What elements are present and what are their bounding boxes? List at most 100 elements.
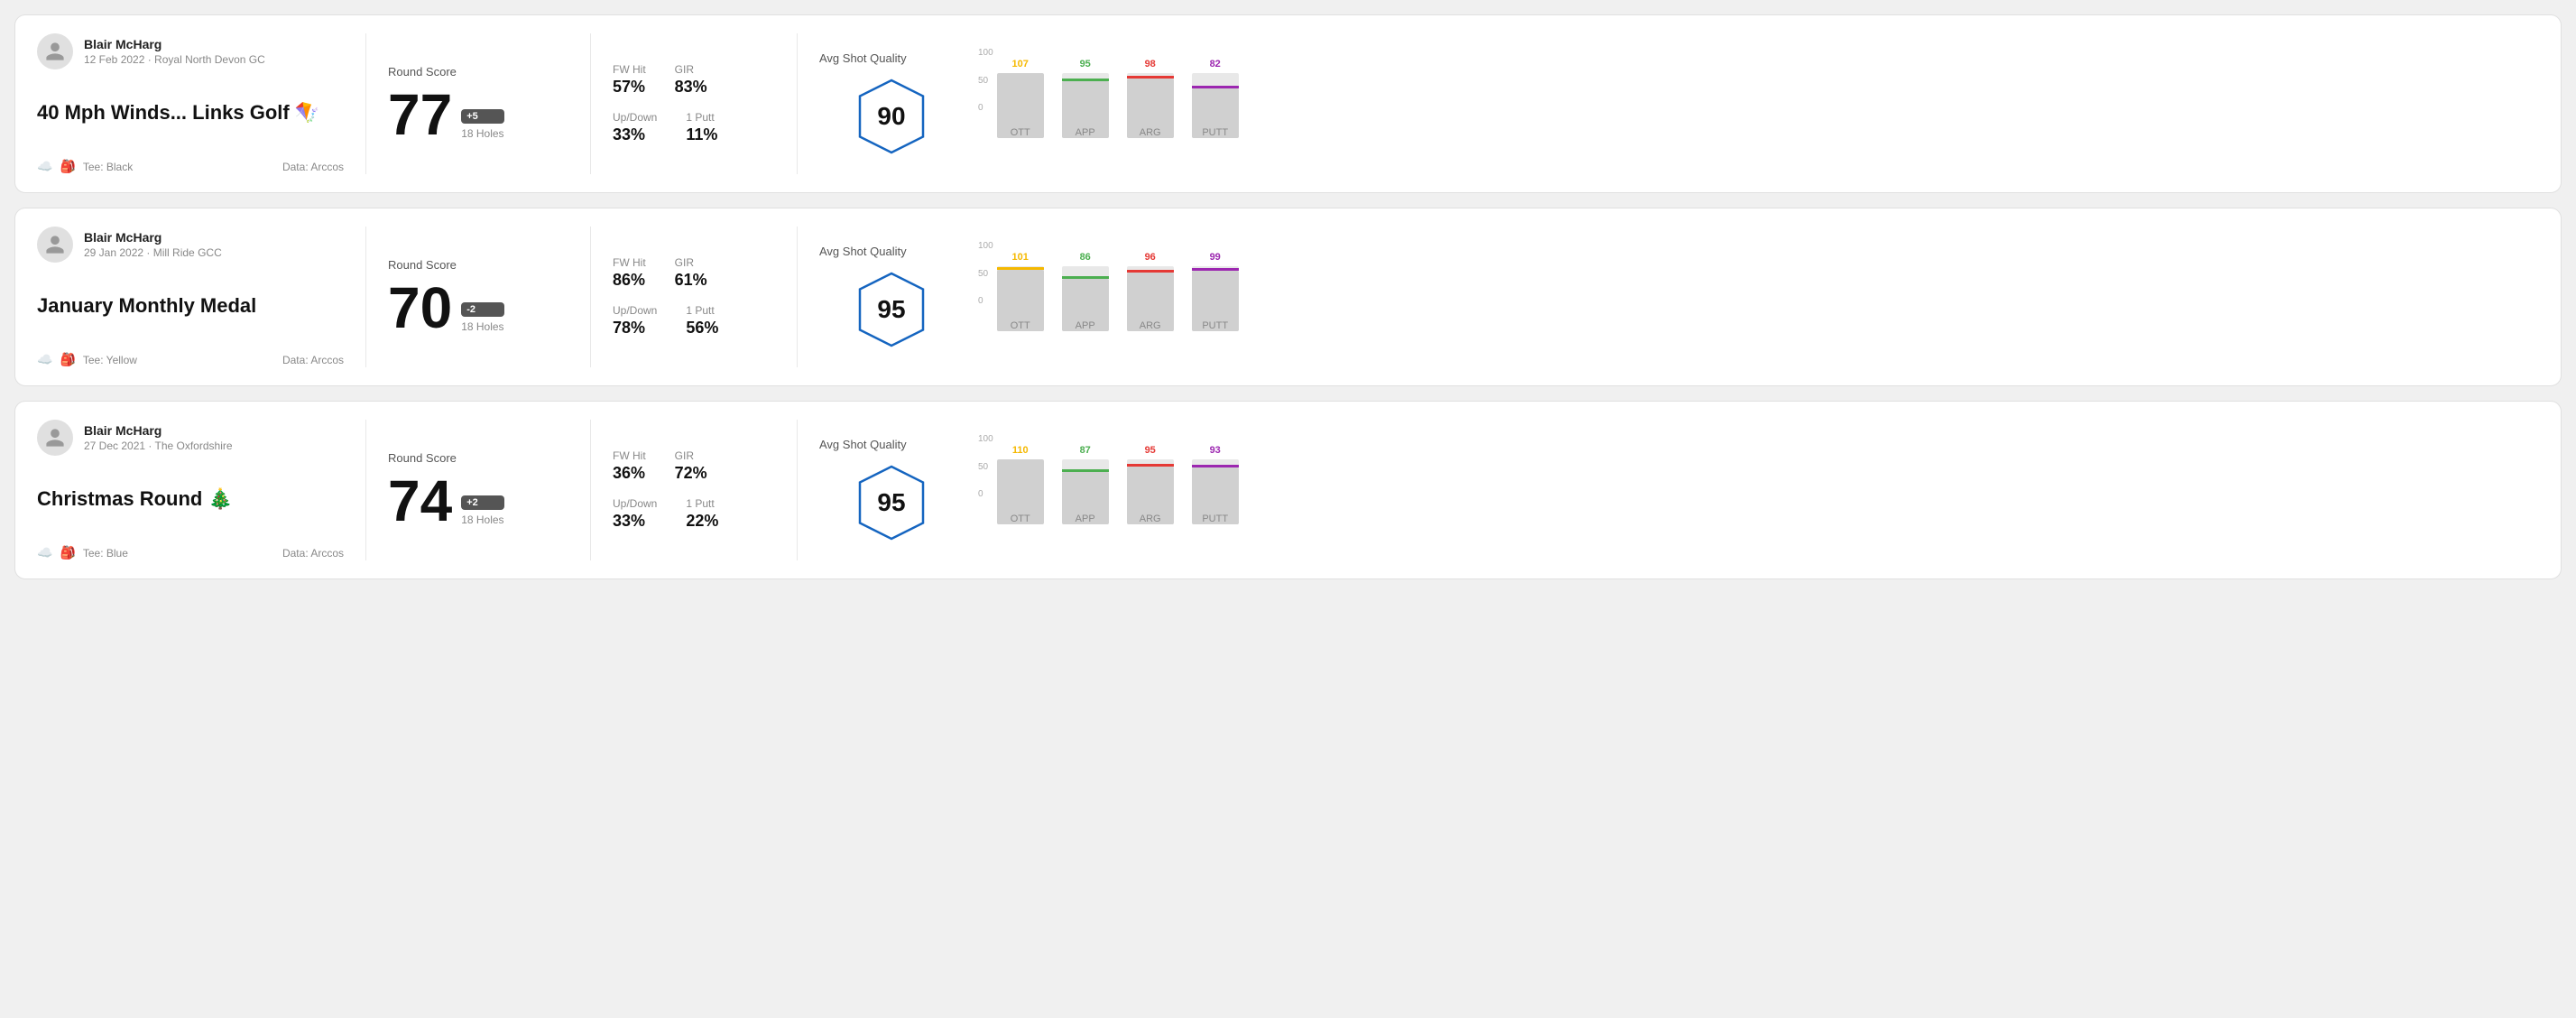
- user-name: Blair McHarg: [84, 230, 222, 245]
- stat-fwHit: FW Hit36%: [613, 449, 646, 483]
- y-axis-labels: 100500: [978, 241, 993, 306]
- data-source: Data: Arccos: [282, 161, 344, 173]
- score-label: Round Score: [388, 258, 568, 272]
- tee-info: ☁️🎒Tee: Blue: [37, 545, 128, 560]
- bar-group-arg: 96ARG: [1127, 266, 1174, 331]
- bar-axis-label: PUTT: [1202, 320, 1228, 331]
- score-badge-group: +518 Holes: [461, 109, 503, 140]
- y-axis-label: 0: [978, 103, 993, 113]
- tee-info: ☁️🎒Tee: Black: [37, 159, 133, 174]
- stat-onePutt: 1 Putt11%: [686, 111, 717, 144]
- stat-onePutt: 1 Putt56%: [686, 304, 718, 338]
- data-source: Data: Arccos: [282, 354, 344, 366]
- avatar: [37, 33, 73, 69]
- stat-fwHit: FW Hit86%: [613, 256, 646, 290]
- quality-score: 90: [877, 102, 905, 131]
- score-badge-group: -2 18 Holes: [461, 302, 503, 333]
- stat-gir: GIR61%: [675, 256, 707, 290]
- y-axis-labels: 100 50 0: [978, 48, 993, 113]
- holes-label: 18 Holes: [461, 320, 503, 333]
- stats-section: FW Hit86% GIR61% Up/Down78% 1 Putt56%: [613, 227, 775, 367]
- y-axis-label: 50: [978, 76, 993, 86]
- bar-chart: 107OTT95APP98ARG82PUTT: [997, 48, 1239, 156]
- bar-value-label: 95: [1145, 445, 1156, 456]
- stat-label: 1 Putt: [686, 304, 718, 317]
- bar-group-ott: 101OTT: [997, 266, 1044, 331]
- bar-value-label: 82: [1210, 59, 1221, 69]
- user-header: Blair McHarg29 Jan 2022 · Mill Ride GCC: [37, 227, 344, 263]
- bar-group-arg: 95ARG: [1127, 459, 1174, 524]
- quality-score: 95: [877, 488, 905, 517]
- bar-axis-label: PUTT: [1202, 514, 1228, 524]
- round-card: Blair McHarg27 Dec 2021 · The Oxfordshir…: [14, 401, 2562, 579]
- score-badge: +2: [461, 495, 503, 510]
- y-axis-label: 0: [978, 489, 993, 499]
- bar-axis-label: APP: [1076, 514, 1095, 524]
- stat-upDown: Up/Down33%: [613, 111, 657, 144]
- bar-group-app: 87APP: [1062, 459, 1109, 524]
- bag-icon: 🎒: [60, 352, 75, 367]
- bar-chart: 110OTT87APP95ARG93PUTT: [997, 434, 1239, 542]
- bar-color-line: [1062, 469, 1109, 472]
- bar-axis-label: OTT: [1011, 320, 1030, 331]
- score-badge: -2: [461, 302, 503, 317]
- score-row: 74+218 Holes: [388, 472, 568, 530]
- bar-color-line: [1192, 268, 1239, 271]
- bar-value-label: 86: [1080, 252, 1091, 263]
- bar-group-app: 95APP: [1062, 73, 1109, 138]
- stat-value: 22%: [686, 512, 718, 531]
- stat-value: 57%: [613, 78, 646, 97]
- score-section: Round Score74+218 Holes: [388, 420, 568, 560]
- round-footer: ☁️🎒Tee: BlueData: Arccos: [37, 545, 344, 560]
- round-left-section: Blair McHarg29 Jan 2022 · Mill Ride GCCJ…: [37, 227, 344, 367]
- bar-group-putt: 99PUTT: [1192, 266, 1239, 331]
- bar-group-putt: 93PUTT: [1192, 459, 1239, 524]
- stat-label: Up/Down: [613, 304, 657, 317]
- stat-value: 86%: [613, 271, 646, 290]
- avatar: [37, 227, 73, 263]
- stat-label: 1 Putt: [686, 111, 717, 124]
- user-date: 27 Dec 2021 · The Oxfordshire: [84, 440, 233, 452]
- holes-label: 18 Holes: [461, 514, 503, 526]
- avatar: [37, 420, 73, 456]
- bar-axis-label: APP: [1076, 127, 1095, 138]
- stat-label: GIR: [675, 256, 707, 269]
- tee-label: Tee: Yellow: [83, 354, 137, 366]
- bar-chart: 101OTT86APP96ARG99PUTT: [997, 241, 1239, 349]
- stat-value: 83%: [675, 78, 707, 97]
- chart-wrapper: 100500110OTT87APP95ARG93PUTT: [978, 420, 1239, 560]
- y-axis-label: 100: [978, 434, 993, 444]
- bar-value-label: 101: [1012, 252, 1029, 263]
- stat-gir: GIR72%: [675, 449, 707, 483]
- stats-section: FW Hit57%GIR83%Up/Down33%1 Putt11%: [613, 33, 775, 174]
- stat-value: 72%: [675, 464, 707, 483]
- y-axis-labels: 100500: [978, 434, 993, 499]
- bar-group-ott: 107OTT: [997, 73, 1044, 138]
- stats-top-row: FW Hit57%GIR83%: [613, 63, 775, 97]
- bar-color-line: [997, 267, 1044, 270]
- y-axis-label: 100: [978, 241, 993, 251]
- quality-label: Avg Shot Quality: [819, 51, 907, 65]
- hexagon-container: 95: [819, 462, 964, 543]
- tee-info: ☁️🎒Tee: Yellow: [37, 352, 137, 367]
- score-label: Round Score: [388, 451, 568, 465]
- bar-color-line: [1127, 76, 1174, 79]
- user-info: Blair McHarg12 Feb 2022 · Royal North De…: [84, 37, 265, 66]
- bar-value-label: 110: [1012, 445, 1029, 456]
- bar-value-label: 95: [1080, 59, 1091, 69]
- stats-top-row: FW Hit86% GIR61%: [613, 256, 775, 290]
- bar-axis-label: ARG: [1140, 320, 1161, 331]
- stats-bottom-row: Up/Down78% 1 Putt56%: [613, 304, 775, 338]
- bar-axis-label: PUTT: [1202, 127, 1228, 138]
- stat-gir: GIR83%: [675, 63, 707, 97]
- score-number: 70: [388, 279, 452, 337]
- bar-axis-label: OTT: [1011, 127, 1030, 138]
- bar-axis-label: APP: [1076, 320, 1095, 331]
- bar-color-line: [1062, 79, 1109, 81]
- y-axis-label: 100: [978, 48, 993, 58]
- quality-label: Avg Shot Quality: [819, 438, 907, 451]
- user-name: Blair McHarg: [84, 37, 265, 51]
- hexagon-container: 95: [819, 269, 964, 350]
- tee-label: Tee: Blue: [83, 547, 128, 560]
- stat-upDown: Up/Down78%: [613, 304, 657, 338]
